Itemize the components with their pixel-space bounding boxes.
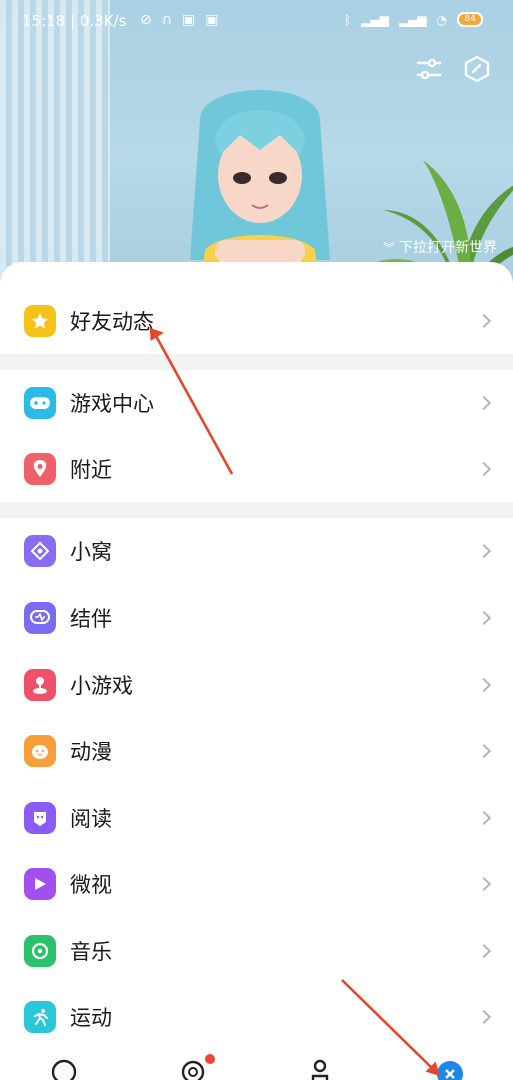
chevron-right-icon: [476, 313, 492, 329]
play-icon: [24, 868, 56, 900]
profile-icon[interactable]: [308, 1058, 332, 1080]
bottom-nav: [0, 1052, 513, 1080]
chevron-right-icon: [476, 610, 492, 626]
close-circle-icon[interactable]: [436, 1060, 464, 1080]
signal-hd-icon: ▂▄▆: [398, 12, 427, 27]
menu-item-home[interactable]: 小窝: [0, 518, 513, 584]
contacts-icon[interactable]: [180, 1054, 215, 1080]
menu-item-music[interactable]: 音乐: [0, 918, 513, 984]
sliders-icon[interactable]: [412, 52, 446, 86]
app-icon: ▣: [205, 12, 219, 28]
reader-icon: [24, 802, 56, 834]
section-divider: [0, 502, 513, 518]
chevron-right-icon: [476, 1009, 492, 1025]
notification-badge: [205, 1054, 215, 1064]
chevron-right-icon: [476, 543, 492, 559]
wifi-icon: ◔: [436, 12, 447, 27]
headphones-icon: ∩: [161, 12, 172, 28]
menu-item-mini-games[interactable]: 小游戏: [0, 652, 513, 718]
drawer-menu: 好友动态 游戏中心 附近 小窝 结伴 小游戏 动漫 阅读 微视 音乐 运动: [0, 262, 513, 1080]
signal-hd-icon: ▂▄▆: [361, 12, 389, 27]
pull-down-hint[interactable]: ︾ 下拉打开新世界: [383, 237, 497, 257]
menu-item-game-center[interactable]: 游戏中心: [0, 370, 513, 436]
chevron-right-icon: [476, 461, 492, 477]
running-icon: [24, 1001, 56, 1033]
menu-item-reading[interactable]: 阅读: [0, 785, 513, 851]
chevron-right-icon: [476, 943, 492, 959]
app-icon: ▣: [181, 12, 196, 28]
chevron-down-icon: ︾: [382, 240, 395, 255]
menu-item-companion[interactable]: 结伴: [0, 585, 513, 651]
star-icon: [24, 305, 56, 337]
menu-item-sports[interactable]: 运动: [0, 984, 513, 1050]
menu-item-friend-feed[interactable]: 好友动态: [0, 288, 513, 354]
battery-icon: 84: [457, 12, 483, 27]
bluetooth-icon: ᛒ: [343, 12, 352, 27]
mute-icon: ⊘: [140, 12, 152, 28]
location-pin-icon: [24, 453, 56, 485]
chevron-right-icon: [476, 677, 492, 693]
avatar-character: [190, 90, 330, 290]
status-icons-right: ᛒ ▂▄▆ ▂▄▆ ◔ 84: [344, 12, 483, 27]
status-time: 15:18 | 0.3K/s: [22, 12, 127, 30]
menu-item-nearby[interactable]: 附近: [0, 436, 513, 502]
menu-item-anime[interactable]: 动漫: [0, 718, 513, 784]
message-icon[interactable]: [50, 1058, 78, 1080]
status-bar: 15:18 | 0.3K/s ⊘ ∩ ▣ ▣ ᛒ ▂▄▆ ▂▄▆ ◔ 84: [0, 0, 513, 44]
chevron-right-icon: [476, 810, 492, 826]
music-disc-icon: [24, 935, 56, 967]
joystick-icon: [24, 669, 56, 701]
hero-banner[interactable]: 15:18 | 0.3K/s ⊘ ∩ ▣ ▣ ᛒ ▂▄▆ ▂▄▆ ◔ 84 ︾ …: [0, 0, 513, 290]
menu-item-weishi[interactable]: 微视: [0, 851, 513, 917]
home-icon: [24, 535, 56, 567]
cartoon-face-icon: [24, 735, 56, 767]
status-icons-left: ⊘ ∩ ▣ ▣: [140, 12, 218, 28]
chevron-right-icon: [476, 876, 492, 892]
chevron-right-icon: [476, 743, 492, 759]
chat-bubble-icon: [24, 602, 56, 634]
gamepad-icon: [24, 387, 56, 419]
chevron-right-icon: [476, 395, 492, 411]
section-divider: [0, 354, 513, 370]
hexagon-icon[interactable]: [460, 52, 494, 86]
